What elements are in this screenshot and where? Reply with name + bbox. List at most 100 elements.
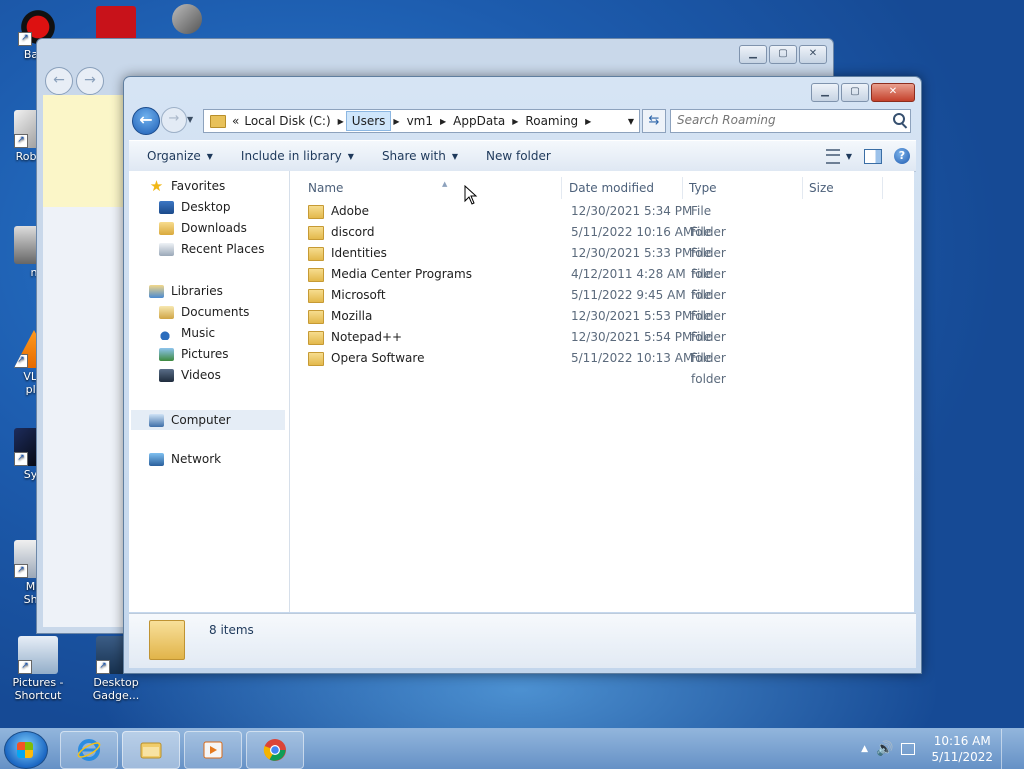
chrome-icon <box>263 739 286 761</box>
forward-arrow-icon[interactable]: → <box>76 67 104 95</box>
views-icon[interactable] <box>825 148 840 164</box>
nav-videos[interactable]: Videos <box>159 368 221 382</box>
address-row: ← → ▼ « Local Disk (C:) ▶ Users ▶ vm1 ▶ … <box>132 107 913 135</box>
nav-music[interactable]: Music <box>159 326 215 340</box>
folder-icon <box>308 352 324 366</box>
desktop-icon-mic[interactable] <box>162 4 212 36</box>
pictures-icon <box>159 347 174 361</box>
minimize-button[interactable]: ▁ <box>811 83 839 102</box>
breadcrumb-overflow[interactable]: « <box>232 114 239 128</box>
file-name: Identities <box>331 246 387 260</box>
nav-libraries[interactable]: Libraries <box>149 284 223 298</box>
taskbar-chrome[interactable] <box>246 731 304 769</box>
show-desktop-button[interactable] <box>1001 729 1016 769</box>
include-in-library-button[interactable]: Include in library ▼ <box>231 149 364 163</box>
breadcrumb-chevron-icon[interactable]: ▶ <box>438 117 448 126</box>
address-dropdown-icon[interactable]: ▼ <box>623 117 639 126</box>
back-arrow-icon[interactable]: ← <box>45 67 73 95</box>
nav-desktop[interactable]: Desktop <box>159 200 231 214</box>
file-row[interactable]: discord 5/11/2022 10:16 AM File folder <box>304 222 744 260</box>
item-count: 8 items <box>209 623 254 637</box>
new-folder-button[interactable]: New folder <box>476 149 561 163</box>
media-player-icon <box>203 741 223 759</box>
organize-label: Organize <box>147 149 201 163</box>
breadcrumb-chevron-icon[interactable]: ▶ <box>391 117 401 126</box>
breadcrumb-roaming[interactable]: Roaming <box>520 112 583 130</box>
search-input[interactable] <box>671 110 883 130</box>
desktop-icon-pictures-shortcut[interactable]: ↗ Pictures - Shortcut <box>8 636 68 702</box>
file-row[interactable]: Microsoft 5/11/2022 9:45 AM File folder <box>304 285 744 323</box>
nav-network[interactable]: Network <box>149 452 221 466</box>
file-row[interactable]: Notepad++ 12/30/2021 5:54 PM File folder <box>304 327 744 365</box>
show-hidden-icons-icon[interactable]: ▲ <box>861 744 868 754</box>
nav-downloads[interactable]: Downloads <box>159 221 247 235</box>
refresh-button[interactable]: ⇆ <box>642 109 666 133</box>
nav-documents[interactable]: Documents <box>159 305 249 319</box>
share-with-label: Share with <box>381 149 446 163</box>
column-header-type[interactable]: Type <box>683 177 803 199</box>
downloads-icon <box>159 221 174 235</box>
file-row[interactable]: Mozilla 12/30/2021 5:53 PM File folder <box>304 306 744 344</box>
nav-recent-places[interactable]: Recent Places <box>159 242 264 256</box>
back-arrow-icon: ← <box>139 110 153 129</box>
help-icon[interactable]: ? <box>894 148 910 164</box>
star-icon: ★ <box>149 176 164 195</box>
volume-icon[interactable]: 🔊 <box>876 741 893 757</box>
preview-pane-icon[interactable] <box>864 148 882 164</box>
file-list-pane: Name ▲ Date modified Type Size Adobe 12/30… <box>290 171 914 612</box>
column-header-size[interactable]: Size <box>803 177 883 199</box>
nav-computer[interactable]: Computer <box>131 410 285 430</box>
breadcrumb-chevron-icon[interactable]: ▶ <box>336 117 346 126</box>
file-row[interactable]: Media Center Programs 4/12/2011 4:28 AM Fi… <box>304 264 744 302</box>
taskbar-media-player[interactable] <box>184 731 242 769</box>
taskbar-internet-explorer[interactable] <box>60 731 118 769</box>
file-row[interactable]: Adobe 12/30/2021 5:34 PM File folder <box>304 201 744 239</box>
address-bar[interactable]: « Local Disk (C:) ▶ Users ▶ vm1 ▶ AppDat… <box>203 109 640 133</box>
organize-button[interactable]: Organize ▼ <box>137 149 223 163</box>
nav-label: Favorites <box>171 179 226 193</box>
breadcrumb-chevron-icon[interactable]: ▶ <box>510 117 520 126</box>
file-row[interactable]: Opera Software 5/11/2022 10:13 AM File fol… <box>304 348 744 386</box>
maximize-button[interactable]: ▢ <box>841 83 869 102</box>
file-name: Microsoft <box>331 288 386 302</box>
nav-pictures[interactable]: Pictures <box>159 347 229 361</box>
chevron-down-icon[interactable]: ▼ <box>846 152 852 161</box>
minimize-button[interactable]: ▁ <box>739 45 767 64</box>
nav-label: Pictures <box>181 347 229 361</box>
nav-favorites[interactable]: ★ Favorites <box>149 176 226 195</box>
close-button[interactable]: ✕ <box>799 45 827 64</box>
folder-icon <box>308 205 324 219</box>
file-type: File folder <box>691 351 726 386</box>
nav-label: Videos <box>181 368 221 382</box>
folder-icon <box>210 114 226 128</box>
explorer-window[interactable]: ▁ ▢ ✕ ← → ▼ « Local Disk (C:) ▶ Users ▶ … <box>123 76 922 674</box>
back-button[interactable]: ← <box>132 107 160 135</box>
recent-pages-dropdown[interactable]: ▼ <box>187 115 193 124</box>
nav-label: Libraries <box>171 284 223 298</box>
file-date: 12/30/2021 5:53 PM <box>571 309 693 323</box>
maximize-button[interactable]: ▢ <box>769 45 797 64</box>
breadcrumb-vm1[interactable]: vm1 <box>402 112 438 130</box>
start-button[interactable] <box>4 731 48 769</box>
clock-time: 10:16 AM <box>933 734 991 748</box>
breadcrumb-users[interactable]: Users <box>345 111 392 131</box>
close-button[interactable]: ✕ <box>871 83 915 102</box>
chevron-down-icon: ▼ <box>206 151 213 161</box>
file-date: 12/30/2021 5:54 PM <box>571 330 693 344</box>
nav-label: Music <box>181 326 216 340</box>
breadcrumb-chevron-icon[interactable]: ▶ <box>583 117 593 126</box>
breadcrumb-appdata[interactable]: AppData <box>448 112 510 130</box>
clock[interactable]: 10:16 AM 5/11/2022 <box>931 733 993 765</box>
column-header-date-modified[interactable]: Date modified <box>563 177 683 199</box>
taskbar: ▲ 🔊 10:16 AM 5/11/2022 <box>0 728 1024 769</box>
share-with-button[interactable]: Share with ▼ <box>372 149 468 163</box>
breadcrumb-local-disk[interactable]: Local Disk (C:) <box>239 112 335 130</box>
forward-button[interactable]: → <box>161 107 187 133</box>
nav-label: Computer <box>171 413 231 427</box>
search-icon[interactable] <box>893 113 905 125</box>
taskbar-windows-explorer[interactable] <box>122 731 180 769</box>
search-box[interactable] <box>670 109 911 133</box>
file-row[interactable]: Identities 12/30/2021 5:33 PM File folder <box>304 243 744 281</box>
network-icon[interactable] <box>901 743 916 755</box>
column-header-name[interactable]: Name ▲ <box>302 177 562 199</box>
